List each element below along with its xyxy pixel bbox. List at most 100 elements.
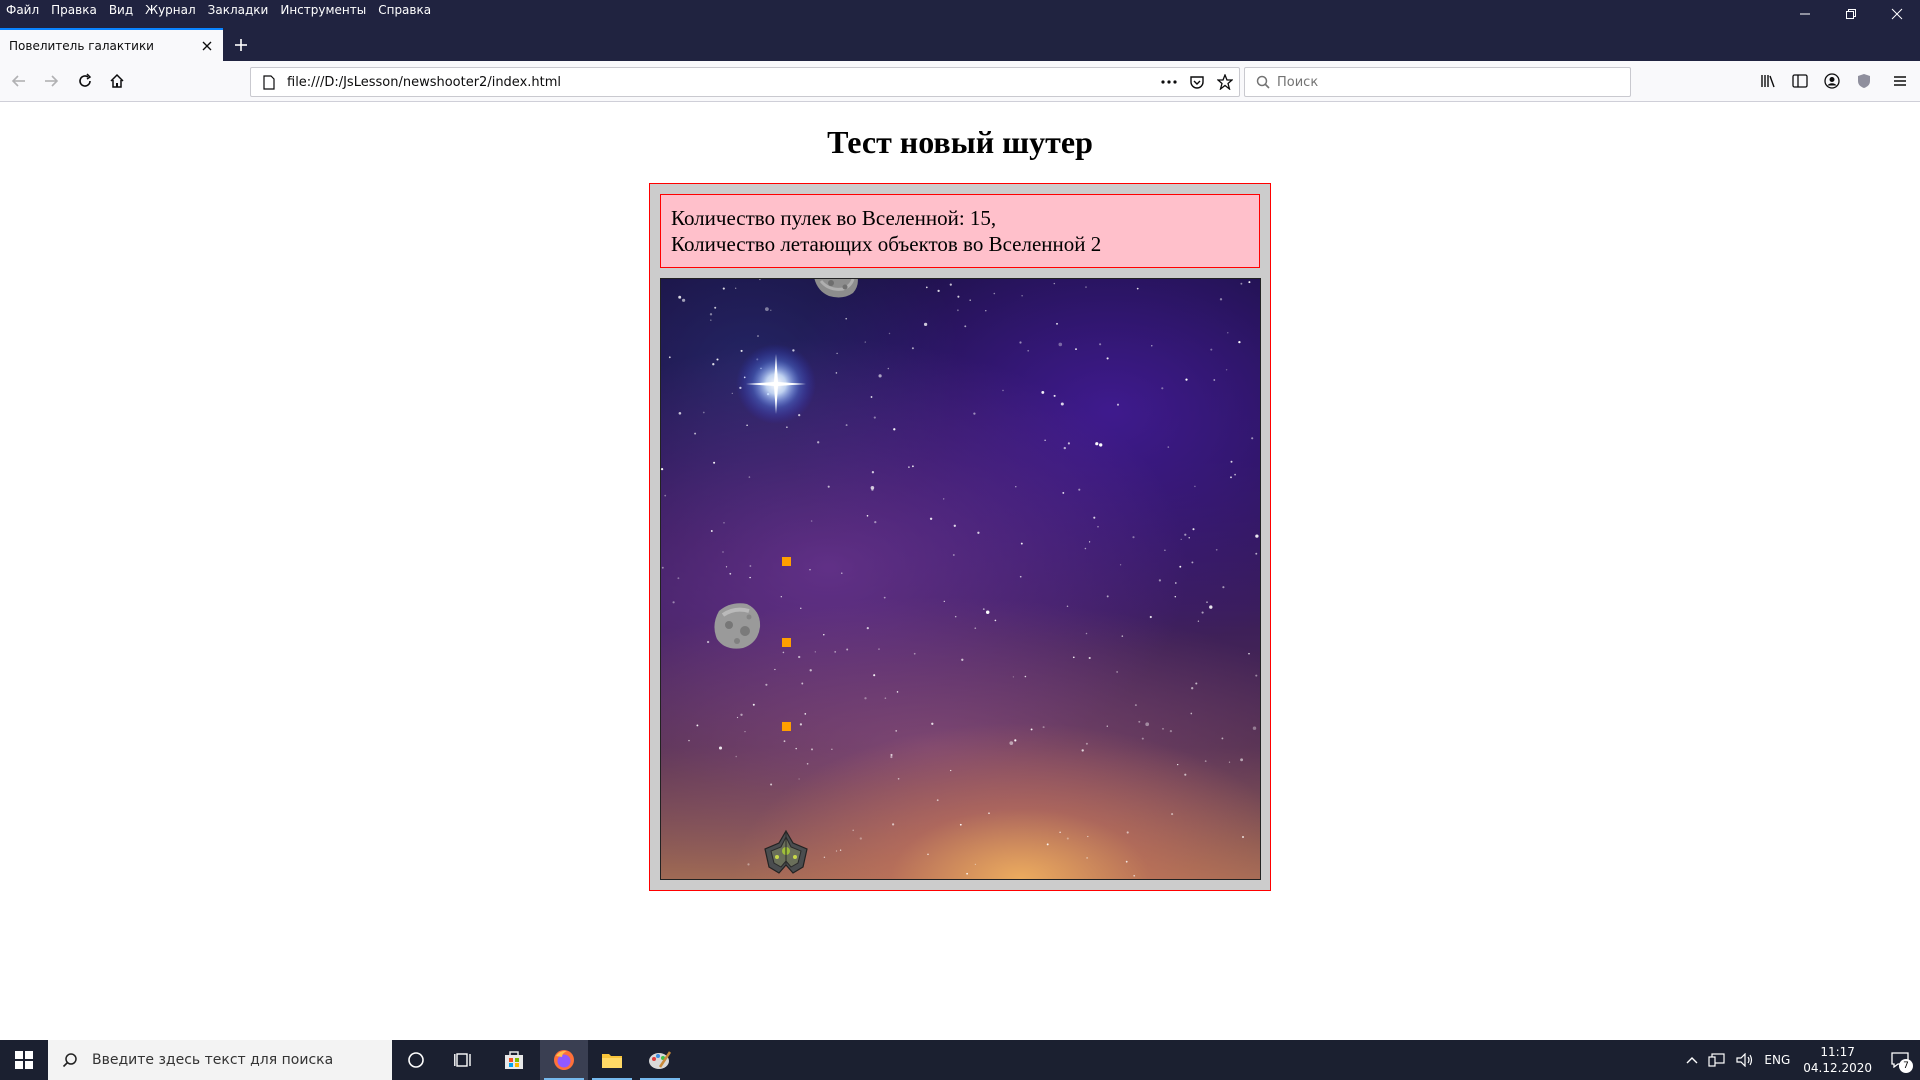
reload-button[interactable] <box>70 67 100 95</box>
minimize-button[interactable] <box>1782 0 1828 28</box>
star <box>911 347 914 350</box>
star <box>722 287 725 290</box>
file-explorer-icon <box>602 1054 622 1068</box>
star <box>770 309 772 311</box>
url-bar[interactable]: file:///D:/JsLesson/newshooter2/index.ht… <box>250 67 1240 97</box>
url-text[interactable]: file:///D:/JsLesson/newshooter2/index.ht… <box>283 75 1155 90</box>
star <box>806 762 809 765</box>
star <box>929 517 933 520</box>
menu-edit[interactable]: Правка <box>45 0 103 20</box>
menu-bookmarks[interactable]: Закладки <box>202 0 275 20</box>
search-bar[interactable] <box>1244 67 1631 97</box>
star <box>1149 615 1152 619</box>
star <box>801 682 804 685</box>
game-canvas[interactable] <box>660 278 1261 880</box>
taskbar-search-input[interactable] <box>92 1052 392 1068</box>
star <box>1084 547 1087 550</box>
star <box>817 441 820 444</box>
pocket-button[interactable] <box>1183 68 1211 96</box>
bookmark-star-button[interactable] <box>1211 68 1239 96</box>
star <box>859 837 862 840</box>
star <box>706 640 710 644</box>
page-actions-button[interactable] <box>1155 68 1183 96</box>
star <box>1085 632 1088 635</box>
star <box>1042 726 1045 729</box>
star <box>759 279 761 281</box>
star <box>678 412 682 415</box>
volume-button[interactable] <box>1731 1040 1759 1080</box>
tracking-protection-button[interactable] <box>1848 67 1880 95</box>
account-button[interactable] <box>1816 67 1848 95</box>
star <box>887 367 890 370</box>
action-center-button[interactable]: 7 <box>1880 1040 1920 1080</box>
star <box>1204 760 1207 762</box>
toolbar-right <box>1752 67 1920 95</box>
search-input[interactable] <box>1277 74 1630 90</box>
restore-button[interactable] <box>1828 0 1874 28</box>
asteroid <box>814 279 858 298</box>
star <box>1053 282 1056 285</box>
start-button[interactable] <box>0 1040 48 1080</box>
back-button[interactable] <box>4 67 34 95</box>
star <box>1024 675 1027 678</box>
cortana-button[interactable] <box>392 1040 440 1080</box>
tab-close-button[interactable] <box>193 32 221 60</box>
star <box>1230 476 1232 479</box>
star <box>677 577 680 580</box>
close-window-button[interactable] <box>1874 0 1920 28</box>
menu-view[interactable]: Вид <box>103 0 139 20</box>
network-button[interactable] <box>1703 1040 1731 1080</box>
star <box>988 812 990 815</box>
menu-help[interactable]: Справка <box>372 0 437 20</box>
star <box>895 730 898 732</box>
firefox-taskbar-button[interactable] <box>540 1040 588 1080</box>
speaker-icon <box>1736 1053 1753 1067</box>
star <box>884 697 887 700</box>
star <box>873 416 876 419</box>
star <box>1132 536 1135 539</box>
arrow-right-icon <box>45 75 59 87</box>
firefox-icon <box>554 1050 574 1070</box>
star <box>1230 460 1233 463</box>
app-menu-button[interactable] <box>1880 67 1920 95</box>
game-container: Количество пулек во Вселенной: 15, Колич… <box>649 183 1271 891</box>
star <box>1134 704 1137 707</box>
browser-titlebar: Файл Правка Вид Журнал Закладки Инструме… <box>0 0 1920 61</box>
menu-history[interactable]: Журнал <box>139 0 202 20</box>
menu-tools[interactable]: Инструменты <box>274 0 372 20</box>
star <box>710 530 713 532</box>
language-indicator[interactable]: ENG <box>1759 1040 1795 1080</box>
new-tab-button[interactable] <box>226 31 256 59</box>
task-view-button[interactable] <box>440 1040 488 1080</box>
star <box>969 299 971 301</box>
navigation-toolbar: file:///D:/JsLesson/newshooter2/index.ht… <box>0 61 1920 102</box>
paint-button[interactable] <box>636 1040 684 1080</box>
star <box>1138 720 1141 723</box>
browser-tab[interactable]: Повелитель галактики <box>0 28 223 61</box>
home-icon <box>110 73 124 88</box>
star <box>866 626 869 630</box>
menu-file[interactable]: Файл <box>0 0 45 20</box>
star <box>845 317 848 320</box>
search-icon <box>1249 68 1277 96</box>
star <box>811 748 813 751</box>
library-button[interactable] <box>1752 67 1784 95</box>
star <box>1027 349 1030 352</box>
plus-icon <box>235 39 247 51</box>
star <box>974 863 977 866</box>
clock-date: 04.12.2020 <box>1803 1061 1872 1075</box>
show-hidden-icons-button[interactable] <box>1681 1040 1703 1080</box>
star <box>1169 729 1173 733</box>
star <box>668 356 671 359</box>
forward-button[interactable] <box>36 67 66 95</box>
file-explorer-button[interactable] <box>588 1040 636 1080</box>
store-button[interactable] <box>490 1040 538 1080</box>
cortana-icon <box>408 1052 424 1068</box>
home-button[interactable] <box>102 67 132 95</box>
taskbar-search[interactable] <box>48 1040 392 1080</box>
star <box>1240 758 1244 762</box>
star <box>1019 575 1022 578</box>
star <box>800 607 802 609</box>
sidebar-button[interactable] <box>1784 67 1816 95</box>
clock[interactable]: 11:17 04.12.2020 <box>1795 1040 1880 1080</box>
